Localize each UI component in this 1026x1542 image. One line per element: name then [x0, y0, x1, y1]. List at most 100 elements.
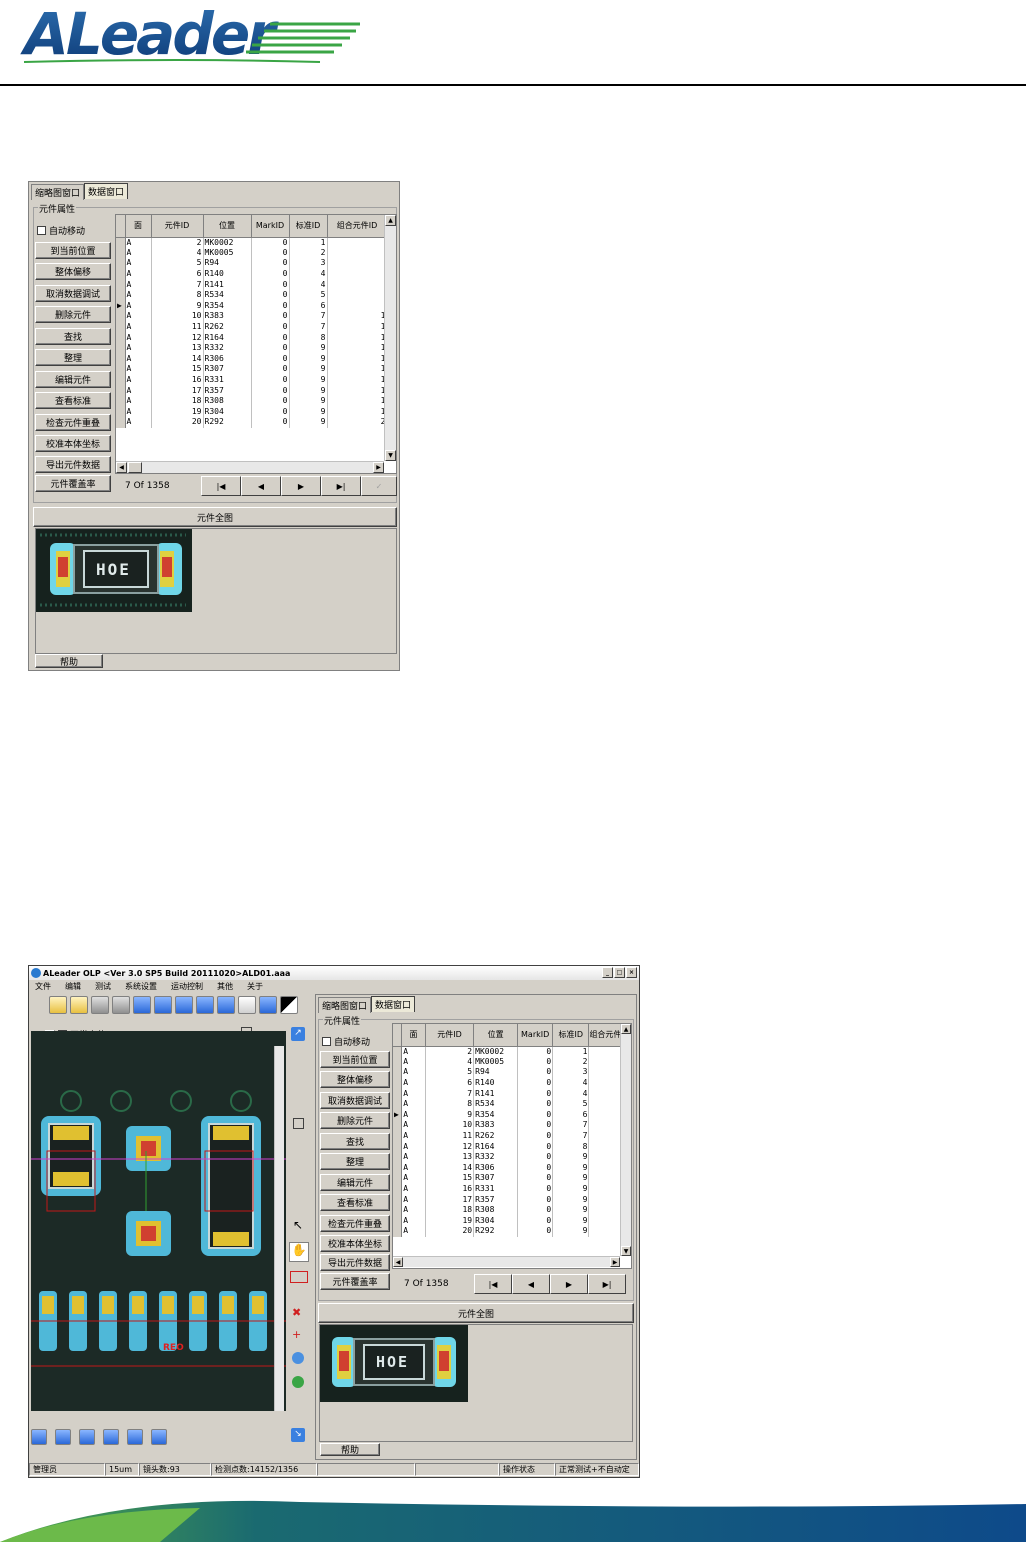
table-cell[interactable]: 0: [251, 364, 290, 375]
open-file-icon[interactable]: [70, 996, 88, 1014]
table-cell[interactable]: 9: [552, 1215, 590, 1227]
column-header[interactable]: MarkID: [251, 215, 290, 238]
table-row[interactable]: A 2 MK0002 0 1: [116, 237, 388, 248]
table-cell[interactable]: 0: [517, 1162, 554, 1174]
row-indicator[interactable]: [393, 1215, 403, 1227]
row-indicator[interactable]: [393, 1194, 403, 1205]
table-cell[interactable]: A: [401, 1077, 426, 1089]
table-cell[interactable]: A: [401, 1088, 426, 1099]
table-cell[interactable]: 2: [289, 247, 328, 259]
table-cell[interactable]: A: [401, 1183, 426, 1195]
vertical-scrollbar[interactable]: ▲ ▼: [620, 1024, 631, 1256]
play-icon[interactable]: [55, 1429, 71, 1445]
table-row[interactable]: A 4 MK0005 0 2: [393, 1056, 631, 1068]
calibrate-body-button[interactable]: 校准本体坐标: [320, 1235, 390, 1252]
table-cell[interactable]: 6: [425, 1077, 475, 1089]
table-cell[interactable]: [327, 268, 388, 280]
table-cell[interactable]: 5: [151, 258, 204, 269]
view-standard-button[interactable]: 查看标准: [320, 1194, 390, 1211]
table-cell[interactable]: A: [125, 406, 152, 418]
rectangle-icon[interactable]: [290, 1271, 308, 1283]
table-cell[interactable]: R141: [473, 1088, 519, 1099]
table-cell[interactable]: 9: [552, 1151, 590, 1163]
table-cell[interactable]: 9: [289, 395, 328, 407]
table-cell[interactable]: A: [401, 1173, 426, 1184]
menu-other[interactable]: 其他: [217, 981, 233, 993]
table-cell[interactable]: A: [125, 311, 152, 322]
table-cell[interactable]: A: [401, 1162, 426, 1174]
table-row[interactable]: A 4 MK0005 0 2: [116, 247, 388, 259]
table-cell[interactable]: R354: [473, 1109, 519, 1121]
find-button[interactable]: 查找: [320, 1133, 390, 1150]
table-cell[interactable]: A: [125, 237, 152, 248]
table-cell[interactable]: MK0002: [203, 237, 252, 248]
table-cell[interactable]: 14: [151, 353, 204, 365]
table-row[interactable]: A 5 R94 0 3: [393, 1067, 631, 1078]
table-row[interactable]: A 2 MK0002 0 1: [393, 1046, 631, 1057]
table-cell[interactable]: MK0002: [473, 1046, 519, 1057]
table-cell[interactable]: 20: [151, 417, 204, 428]
table-cell[interactable]: 4: [552, 1077, 590, 1089]
table-row[interactable]: A19R304091: [393, 1215, 631, 1227]
table-cell[interactable]: 0: [251, 321, 290, 333]
calibrate-body-button[interactable]: 校准本体坐标: [35, 435, 111, 452]
coverage-button[interactable]: 元件覆盖率: [320, 1273, 390, 1290]
row-indicator[interactable]: [116, 353, 126, 365]
table-row[interactable]: A19R304091: [116, 406, 388, 418]
table-cell[interactable]: 12: [151, 332, 204, 343]
help-button[interactable]: 帮助: [320, 1443, 380, 1456]
delete-mark-icon[interactable]: ✖: [292, 1306, 301, 1319]
goto-current-button[interactable]: 到当前位置: [35, 242, 111, 259]
table-cell[interactable]: R94: [473, 1067, 519, 1078]
table-row[interactable]: A14R306091: [393, 1162, 631, 1174]
last-record-icon[interactable]: ▶|: [321, 476, 361, 496]
row-indicator[interactable]: [393, 1183, 403, 1195]
table-cell[interactable]: 0: [517, 1151, 554, 1163]
table-cell[interactable]: 0: [517, 1067, 554, 1078]
new-file-icon[interactable]: [49, 996, 67, 1014]
snapshot-icon[interactable]: [217, 996, 235, 1014]
table-cell[interactable]: 6: [151, 268, 204, 280]
table-cell[interactable]: A: [125, 321, 152, 333]
table-cell[interactable]: 1: [327, 395, 388, 407]
table-cell[interactable]: [327, 247, 388, 259]
checkbox-icon[interactable]: [322, 1037, 331, 1046]
menu-about[interactable]: 关于: [247, 981, 263, 993]
table-row[interactable]: A12R164081: [393, 1141, 631, 1152]
row-indicator[interactable]: [393, 1120, 403, 1131]
table-cell[interactable]: 7: [151, 279, 204, 290]
table-cell[interactable]: 6: [289, 300, 328, 312]
table-cell[interactable]: R332: [203, 342, 252, 354]
window-icon[interactable]: [154, 996, 172, 1014]
table-cell[interactable]: 9: [552, 1204, 590, 1216]
table-row[interactable]: A17R357091: [393, 1194, 631, 1205]
close-icon[interactable]: ×: [626, 967, 637, 978]
table-cell[interactable]: R307: [203, 364, 252, 375]
table-cell[interactable]: 8: [552, 1141, 590, 1152]
table-row[interactable]: A18R308091: [116, 395, 388, 407]
down-icon[interactable]: [31, 1429, 47, 1445]
scroll-right-icon[interactable]: ▶: [610, 1257, 620, 1267]
table-cell[interactable]: A: [125, 385, 152, 396]
table-cell[interactable]: A: [125, 395, 152, 407]
table-row[interactable]: A20R292092: [393, 1226, 631, 1237]
table-row[interactable]: A18R308091: [393, 1204, 631, 1216]
table-cell[interactable]: A: [125, 417, 152, 428]
table-cell[interactable]: 1: [327, 374, 388, 386]
table-cell[interactable]: A: [401, 1204, 426, 1216]
row-indicator[interactable]: ▶: [116, 300, 126, 312]
table-cell[interactable]: A: [125, 353, 152, 365]
row-indicator[interactable]: [393, 1056, 403, 1068]
table-cell[interactable]: A: [401, 1226, 426, 1237]
table-cell[interactable]: [327, 289, 388, 301]
table-cell[interactable]: R306: [203, 353, 252, 365]
table-cell[interactable]: 7: [289, 311, 328, 322]
row-indicator[interactable]: [116, 289, 126, 301]
table-cell[interactable]: R306: [473, 1162, 519, 1174]
auto-move-checkbox[interactable]: 自动移动: [322, 1035, 370, 1048]
table-cell[interactable]: R140: [203, 268, 252, 280]
table-cell[interactable]: 1: [327, 353, 388, 365]
tab-thumbnail-window[interactable]: 缩略图窗口: [318, 997, 372, 1013]
row-indicator[interactable]: [116, 268, 126, 280]
row-indicator[interactable]: [393, 1173, 403, 1184]
